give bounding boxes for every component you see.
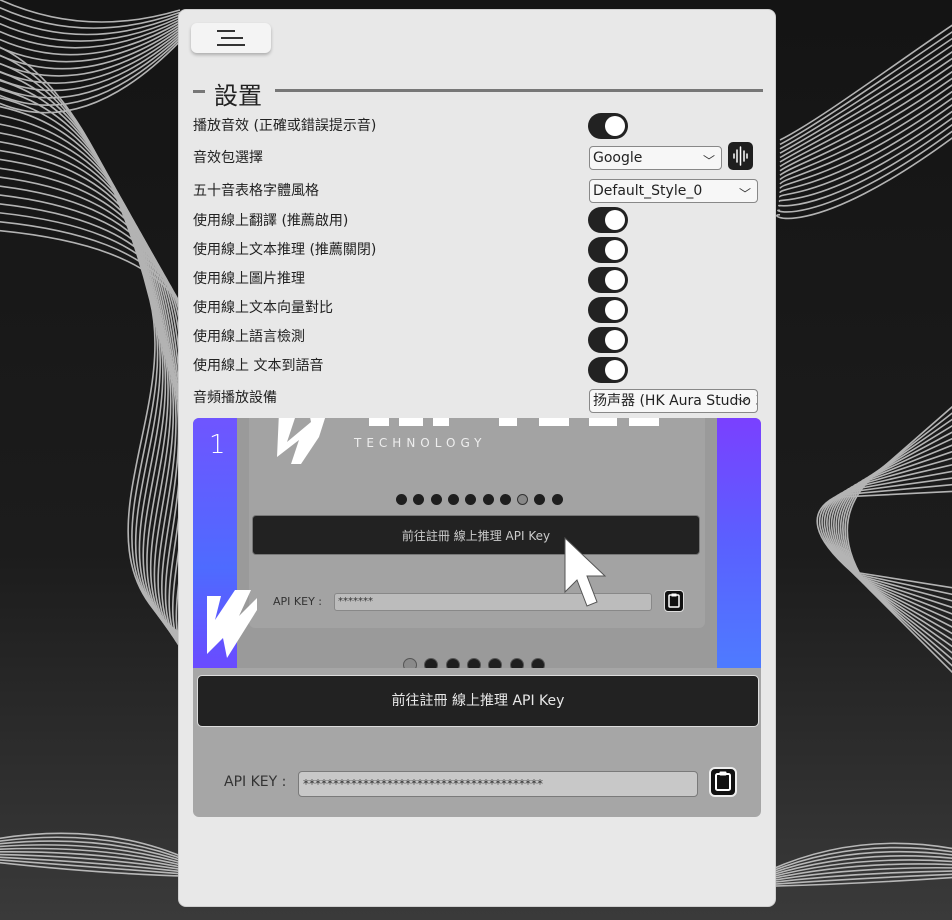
setting-row-online-translate: 使用線上翻譯 (推薦啟用) <box>193 210 348 236</box>
setting-label: 播放音效 (正確或錯誤提示音) <box>193 118 377 134</box>
select-value: Default_Style_0 <box>593 183 703 199</box>
slide-inner-dot <box>447 494 459 505</box>
online-text-inference-toggle[interactable] <box>588 237 628 263</box>
sound-wave-icon <box>733 146 748 166</box>
carousel-gradient-right <box>717 418 761 668</box>
setting-row-online-language-detect: 使用線上語言檢測 <box>193 326 305 352</box>
brand-logo: TECHNOLOGY <box>277 418 659 464</box>
register-api-key-button[interactable]: 前往註冊 線上推理 API Key <box>197 675 759 727</box>
api-key-section: 前往註冊 線上推理 API Key API KEY : ************… <box>193 668 761 817</box>
tutorial-carousel[interactable]: 1 TECHNOLOGY 前往註冊 線上推理 API Key API KEY :… <box>193 418 761 668</box>
carousel-dot[interactable] <box>530 658 545 668</box>
slide-api-label: API KEY : <box>273 595 322 608</box>
setting-label: 使用線上圖片推理 <box>193 271 305 287</box>
setting-label: 使用線上翻譯 (推薦啟用) <box>193 213 349 229</box>
studio-logo-icon <box>207 590 257 658</box>
select-value: 扬声器 (HK Aura Studio 3 <box>593 393 758 409</box>
slide-number: 1 <box>209 430 226 460</box>
setting-label: 使用線上 文本到語音 <box>193 358 324 374</box>
brand-subtitle: TECHNOLOGY <box>353 436 486 450</box>
setting-label: 使用線上文本推理 (推薦關閉) <box>193 242 377 258</box>
divider-right <box>275 89 763 92</box>
api-key-label: API KEY : <box>224 774 287 790</box>
settings-panel: 設置 播放音效 (正確或錯誤提示音) 音效包選擇 Google ﹀ 五十音表格字… <box>178 9 776 907</box>
setting-label: 使用線上文本向量對比 <box>193 300 333 316</box>
setting-label: 使用線上語言檢測 <box>193 329 305 345</box>
setting-row-audio-device: 音頻播放設備 <box>193 387 277 413</box>
setting-row-online-tts: 使用線上 文本到語音 <box>193 355 323 381</box>
clipboard-icon <box>715 771 731 791</box>
setting-row-play-sound: 播放音效 (正確或錯誤提示音) <box>193 115 376 141</box>
setting-row-online-image-inference: 使用線上圖片推理 <box>193 268 305 294</box>
setting-row-sound-pack: 音效包選擇 <box>193 147 263 173</box>
carousel-dot[interactable] <box>509 658 524 668</box>
setting-label: 五十音表格字體風格 <box>193 183 319 199</box>
setting-label: 音頻播放設備 <box>193 390 277 406</box>
hamburger-icon <box>217 30 245 46</box>
setting-row-online-vector-compare: 使用線上文本向量對比 <box>193 297 333 323</box>
online-language-detect-toggle[interactable] <box>588 327 628 353</box>
menu-button[interactable] <box>191 23 271 53</box>
font-style-select[interactable]: Default_Style_0 ﹀ <box>589 179 758 203</box>
page-title: 設置 <box>214 82 262 110</box>
audio-device-select[interactable]: 扬声器 (HK Aura Studio 3 ﹀ <box>589 389 758 413</box>
carousel-dot[interactable] <box>488 658 503 668</box>
online-vector-compare-toggle[interactable] <box>588 297 628 323</box>
carousel-dot[interactable] <box>466 658 481 668</box>
sound-pack-select[interactable]: Google ﹀ <box>589 146 722 170</box>
carousel-dot[interactable] <box>424 658 439 668</box>
setting-label: 音效包選擇 <box>193 150 263 166</box>
slide-inner-dot <box>482 494 494 505</box>
mouse-cursor-icon <box>564 536 607 607</box>
settings-section-header: 設置 <box>193 76 763 110</box>
play-sound-toggle[interactable] <box>588 113 628 139</box>
slide-inner-dot <box>396 494 407 505</box>
slide-inner-dot <box>499 494 511 505</box>
setting-row-font-style: 五十音表格字體風格 <box>193 180 319 206</box>
online-tts-toggle[interactable] <box>588 357 628 383</box>
clipboard-icon <box>664 590 684 612</box>
chevron-down-icon: ﹀ <box>738 187 751 201</box>
online-image-inference-toggle[interactable] <box>588 267 628 293</box>
sound-preview-button[interactable] <box>728 142 753 170</box>
slide-inner-dot <box>551 494 563 505</box>
divider-left <box>193 90 205 93</box>
setting-row-online-text-inference: 使用線上文本推理 (推薦關閉) <box>193 239 376 265</box>
chevron-down-icon: ﹀ <box>736 397 749 411</box>
carousel-dot[interactable] <box>445 658 460 668</box>
chevron-down-icon: ﹀ <box>702 154 715 168</box>
slide-inner-dot <box>430 494 442 505</box>
api-key-input[interactable]: **************************************** <box>298 771 698 797</box>
carousel-dot[interactable] <box>403 658 417 668</box>
slide-register-button: 前往註冊 線上推理 API Key <box>252 515 700 555</box>
paste-clipboard-button[interactable] <box>709 767 737 797</box>
select-value: Google <box>593 150 643 166</box>
online-translate-toggle[interactable] <box>588 207 628 233</box>
